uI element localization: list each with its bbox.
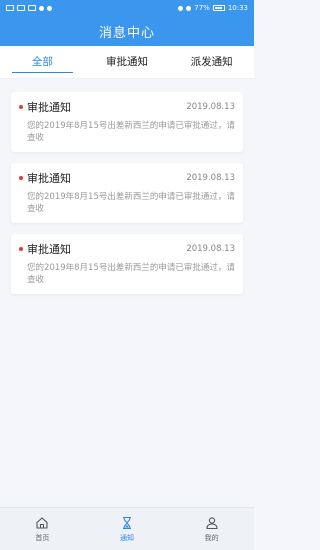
tab-label: 全部 bbox=[31, 56, 53, 68]
unread-dot-icon bbox=[19, 176, 23, 180]
notice-body: 您的2019年8月15号出差新西兰的申请已审批通过，请查收 bbox=[27, 121, 235, 143]
notice-title: 审批通知 bbox=[27, 101, 71, 114]
tab-bar: 全部 审批通知 派发通知 bbox=[0, 46, 254, 79]
nav-notice[interactable]: 通知 bbox=[85, 508, 170, 550]
nav-mine[interactable]: 我的 bbox=[169, 508, 254, 550]
notice-date: 2019.08.13 bbox=[186, 173, 235, 183]
notification-icon bbox=[39, 5, 44, 11]
unread-dot-icon bbox=[19, 105, 23, 109]
unread-dot-icon bbox=[19, 247, 23, 251]
bluetooth-icon bbox=[178, 5, 184, 11]
nav-home[interactable]: 首页 bbox=[0, 508, 85, 550]
battery-icon bbox=[212, 5, 225, 11]
sim-icon bbox=[6, 5, 14, 11]
nav-label: 首页 bbox=[35, 533, 50, 542]
notice-title: 审批通知 bbox=[27, 243, 71, 256]
user-icon bbox=[206, 516, 218, 529]
notice-list: 审批通知 2019.08.13 您的2019年8月15号出差新西兰的申请已审批通… bbox=[11, 92, 243, 305]
status-right: 77% 10:33 bbox=[178, 4, 248, 12]
battery-percent: 77% bbox=[194, 4, 210, 12]
notice-card[interactable]: 审批通知 2019.08.13 您的2019年8月15号出差新西兰的申请已审批通… bbox=[11, 92, 243, 152]
nav-label: 通知 bbox=[120, 533, 134, 542]
tab-dispatch[interactable]: 派发通知 bbox=[169, 46, 254, 78]
alarm-icon bbox=[186, 5, 192, 11]
notice-body: 您的2019年8月15号出差新西兰的申请已审批通过，请查收 bbox=[27, 192, 235, 214]
notice-card[interactable]: 审批通知 2019.08.13 您的2019年8月15号出差新西兰的申请已审批通… bbox=[11, 234, 243, 294]
status-left bbox=[6, 5, 52, 11]
notice-date: 2019.08.13 bbox=[186, 102, 235, 112]
tab-label: 审批通知 bbox=[106, 56, 148, 68]
tab-label: 派发通知 bbox=[190, 56, 233, 68]
tab-approval[interactable]: 审批通知 bbox=[85, 46, 170, 78]
notice-title: 审批通知 bbox=[27, 172, 71, 185]
active-tab-indicator bbox=[12, 72, 73, 73]
notice-card[interactable]: 审批通知 2019.08.13 您的2019年8月15号出差新西兰的申请已审批通… bbox=[11, 163, 243, 223]
notice-date: 2019.08.13 bbox=[186, 244, 235, 254]
signal-icon bbox=[17, 5, 25, 11]
status-bar: 77% 10:33 bbox=[0, 0, 254, 16]
home-icon bbox=[36, 516, 48, 529]
app-icon bbox=[47, 5, 52, 11]
hourglass-icon bbox=[123, 516, 131, 529]
page-title: 消息中心 bbox=[98, 25, 155, 41]
clock: 10:33 bbox=[227, 4, 248, 12]
bottom-nav: 首页 通知 我的 bbox=[0, 507, 254, 550]
nav-label: 我的 bbox=[204, 533, 219, 542]
notice-body: 您的2019年8月15号出差新西兰的申请已审批通过，请查收 bbox=[27, 263, 235, 285]
tab-all[interactable]: 全部 bbox=[0, 46, 85, 78]
app-header: 77% 10:33 消息中心 bbox=[0, 0, 254, 46]
wifi-icon bbox=[28, 5, 36, 11]
